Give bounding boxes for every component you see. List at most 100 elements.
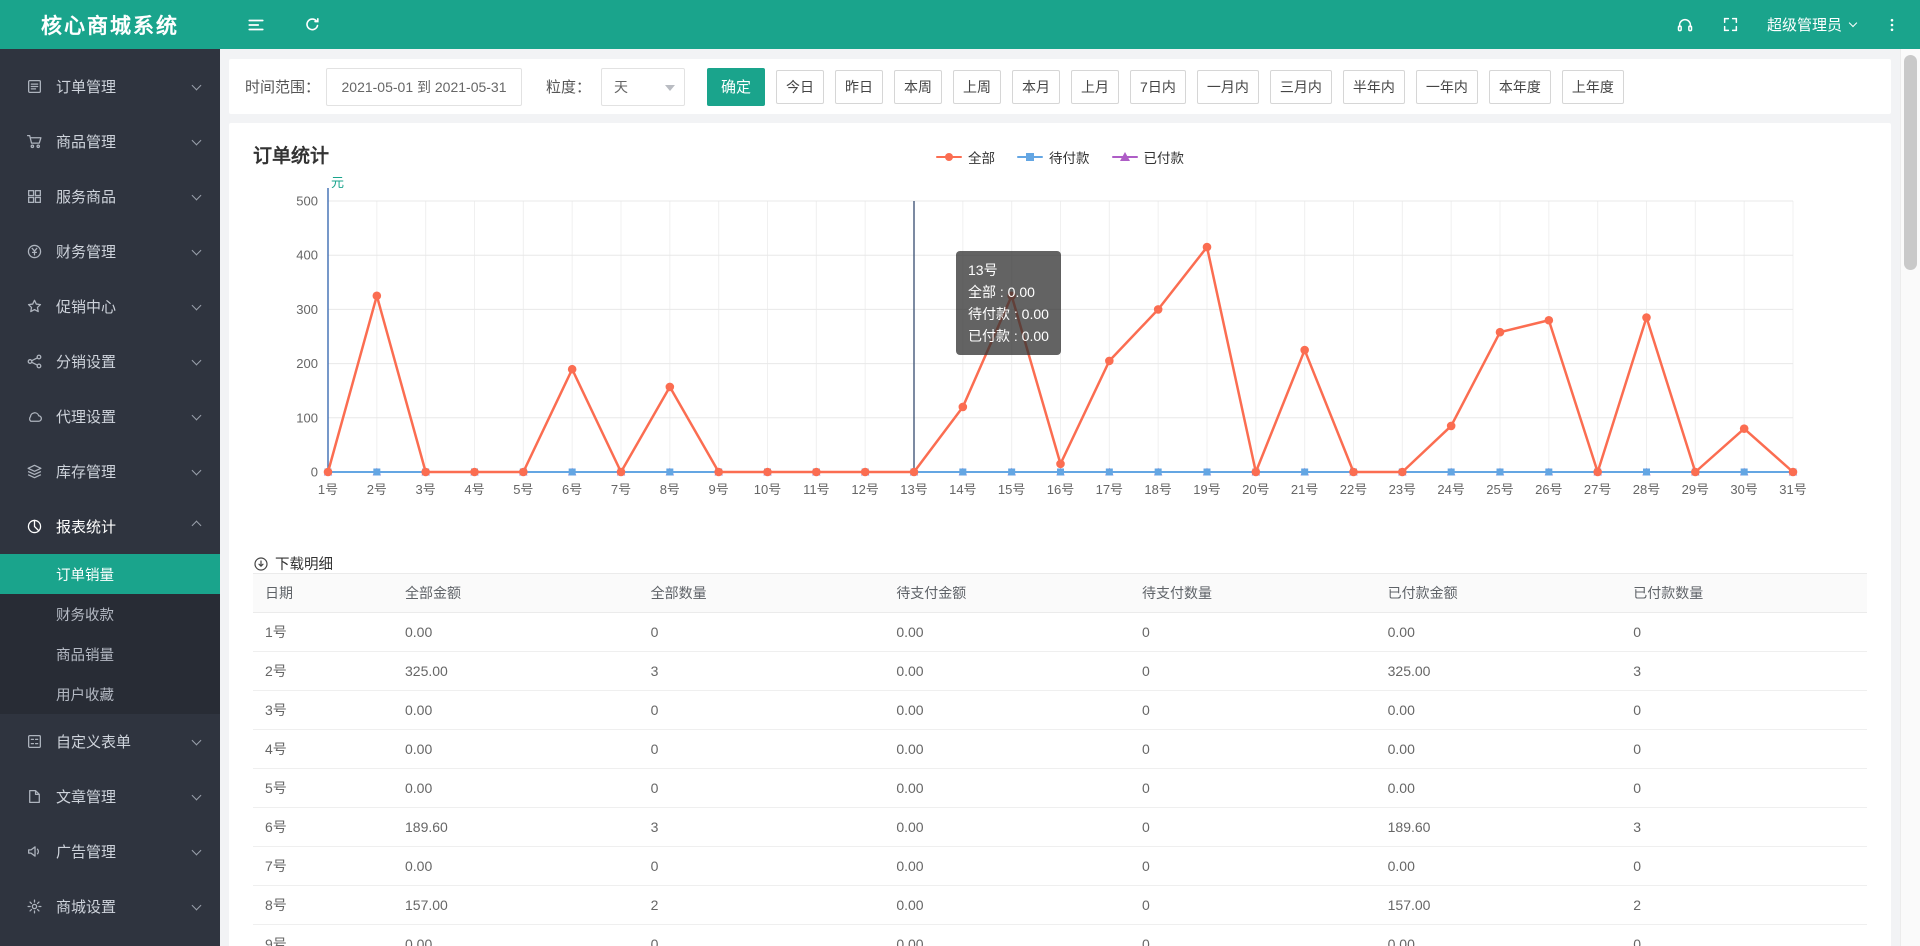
svg-text:200: 200 — [296, 356, 318, 371]
svg-text:21号: 21号 — [1291, 482, 1318, 497]
daily-stats-table: 日期 全部金额 全部数量 待支付金额 待支付数量 已付款金额 已付款数量 1号 0.00 0 0.… — [253, 573, 1867, 946]
quick-range-button[interactable]: 本年度 — [1488, 69, 1551, 104]
service-goods-icon — [26, 188, 43, 205]
chevron-down-icon — [191, 300, 202, 310]
main-content: 时间范围： 粒度： 天 确定 今日昨日本周上周本月上月 7日内一月内三月内半年内一… — [220, 49, 1900, 946]
svg-text:300: 300 — [296, 302, 318, 317]
sidebar-item-finance[interactable]: 财务管理 — [0, 224, 220, 279]
sidebar-item-order-sales[interactable]: 订单销量 — [0, 554, 220, 594]
svg-text:29号: 29号 — [1682, 482, 1709, 497]
table-cell: 0 — [1129, 885, 1376, 925]
legend-item[interactable]: 全部 — [936, 147, 995, 167]
more-options-icon[interactable] — [1882, 15, 1902, 35]
sidebar-item-inventory[interactable]: 库存管理 — [0, 444, 220, 499]
sidebar-item-reports[interactable]: 报表统计 — [0, 499, 220, 554]
svg-text:400: 400 — [296, 248, 318, 263]
service-headset-icon[interactable] — [1675, 15, 1695, 35]
quick-range-button[interactable]: 本周 — [894, 69, 943, 104]
order-stats-chart[interactable]: 0 100 200 300 400 500 元 1号 2号 3号 4号 5号 6号 7号 8号 9号 10号 11… — [253, 175, 1867, 510]
table-cell: 0.00 — [884, 612, 1130, 652]
table-header-cell: 已付款数量 — [1621, 573, 1867, 613]
table-cell: 0 — [1621, 690, 1867, 730]
svg-text:2号: 2号 — [367, 482, 387, 497]
table-cell: 189.60 — [1375, 807, 1622, 847]
table-cell: 0 — [638, 729, 885, 769]
granularity-label: 粒度： — [546, 79, 592, 96]
svg-text:16号: 16号 — [1047, 482, 1074, 497]
table-header-cell: 日期 — [253, 573, 393, 613]
table-cell: 0.00 — [884, 768, 1130, 808]
sidebar-item-user-favorites[interactable]: 用户收藏 — [0, 674, 220, 714]
scrollbar[interactable] — [1900, 49, 1920, 946]
quick-range-button[interactable]: 上月 — [1071, 69, 1120, 104]
quick-range-button[interactable]: 本月 — [1012, 69, 1061, 104]
order-icon — [26, 78, 43, 95]
reports-submenu: 订单销量 财务收款 商品销量 用户收藏 — [0, 554, 220, 714]
table-row: 9号 0.00 0 0.00 0 0.00 0 — [253, 924, 1867, 946]
quick-range-button[interactable]: 昨日 — [835, 69, 884, 104]
table-header-row: 日期 全部金额 全部数量 待支付金额 待支付数量 已付款金额 已付款数量 — [253, 573, 1867, 613]
sidebar-item-goods[interactable]: 商品管理 — [0, 114, 220, 169]
table-cell: 325.00 — [1375, 651, 1622, 691]
table-cell: 0 — [1621, 729, 1867, 769]
quick-range-button[interactable]: 半年内 — [1342, 69, 1405, 104]
sidebar-item-custom-form[interactable]: 自定义表单 — [0, 714, 220, 769]
user-menu[interactable]: 超级管理员 — [1767, 14, 1858, 35]
refresh-icon[interactable] — [302, 15, 322, 35]
table-cell: 1号 — [253, 612, 393, 652]
table-cell: 0 — [638, 924, 885, 946]
sidebar: 订单管理 商品管理 服务商品 财务管理 促销中心 分销设置 代理设置 库存管理 … — [0, 49, 220, 946]
table-cell: 0.00 — [1375, 924, 1622, 946]
scrollbar-thumb[interactable] — [1904, 55, 1917, 270]
legend-item[interactable]: 已付款 — [1111, 147, 1184, 167]
sidebar-item-finance-collection[interactable]: 财务收款 — [0, 594, 220, 634]
chevron-down-icon — [191, 900, 202, 910]
sidebar-item-promotion[interactable]: 促销中心 — [0, 279, 220, 334]
report-icon — [26, 518, 43, 535]
confirm-button[interactable]: 确定 — [707, 67, 766, 106]
svg-text:17号: 17号 — [1096, 482, 1123, 497]
table-cell: 6号 — [253, 807, 393, 847]
quick-range-button[interactable]: 一年内 — [1415, 69, 1478, 104]
table-cell: 3 — [638, 651, 885, 691]
table-cell: 0 — [1129, 651, 1376, 691]
granularity-select[interactable]: 天 — [601, 67, 686, 106]
table-cell: 3 — [1621, 651, 1867, 691]
sidebar-item-service-goods[interactable]: 服务商品 — [0, 169, 220, 224]
table-cell: 0.00 — [393, 768, 639, 808]
quick-range-button[interactable]: 上年度 — [1561, 69, 1624, 104]
chevron-down-icon — [1848, 18, 1858, 27]
quick-range-button[interactable]: 7日内 — [1130, 69, 1186, 104]
table-cell: 0 — [1621, 846, 1867, 886]
fullscreen-icon[interactable] — [1721, 15, 1741, 35]
table-cell: 0.00 — [393, 924, 639, 946]
sidebar-item-distribution[interactable]: 分销设置 — [0, 334, 220, 389]
table-cell: 4号 — [253, 729, 393, 769]
sidebar-item-orders[interactable]: 订单管理 — [0, 59, 220, 114]
svg-text:20号: 20号 — [1242, 482, 1269, 497]
table-row: 3号 0.00 0 0.00 0 0.00 0 — [253, 690, 1867, 730]
quick-range-button[interactable]: 一月内 — [1196, 69, 1259, 104]
table-cell: 0.00 — [884, 846, 1130, 886]
table-cell: 0.00 — [1375, 846, 1622, 886]
svg-text:27号: 27号 — [1584, 482, 1611, 497]
quick-range-button[interactable]: 三月内 — [1269, 69, 1332, 104]
sidebar-item-agent[interactable]: 代理设置 — [0, 389, 220, 444]
chart-canvas: 0 100 200 300 400 500 元 1号 2号 3号 4号 5号 6号 7号 8号 9号 10号 11… — [296, 175, 1806, 497]
svg-text:0: 0 — [311, 465, 318, 480]
legend-item[interactable]: 待付款 — [1017, 147, 1090, 167]
table-cell: 0.00 — [393, 729, 639, 769]
custom-form-icon — [26, 733, 43, 750]
quick-range-button[interactable]: 上周 — [953, 69, 1002, 104]
sidebar-item-shop-settings[interactable]: 商城设置 — [0, 879, 220, 934]
download-detail-link[interactable]: 下载明细 — [253, 553, 333, 574]
sidebar-item-goods-sales[interactable]: 商品销量 — [0, 634, 220, 674]
table-cell: 3 — [638, 807, 885, 847]
sidebar-item-articles[interactable]: 文章管理 — [0, 769, 220, 824]
quick-range-button[interactable]: 今日 — [776, 69, 825, 104]
table-cell: 3 — [1621, 807, 1867, 847]
date-range-input[interactable] — [326, 67, 523, 106]
sidebar-item-ads[interactable]: 广告管理 — [0, 824, 220, 879]
collapse-menu-icon[interactable] — [246, 15, 266, 35]
ad-icon — [26, 843, 43, 860]
